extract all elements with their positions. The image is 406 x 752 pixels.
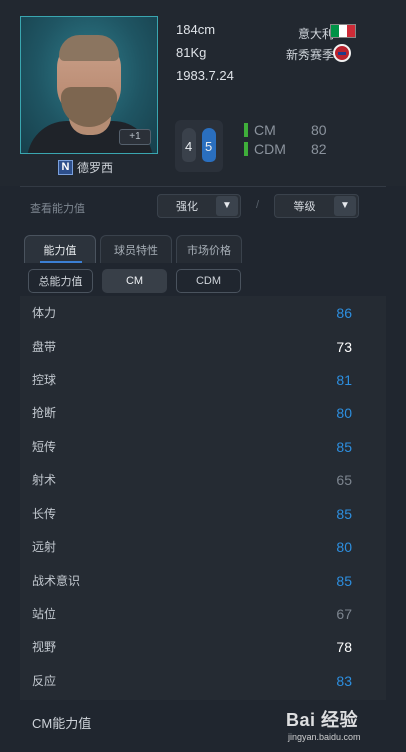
stat-row: 短传 85 — [20, 430, 386, 463]
level-dropdown[interactable]: 等级 ▼ — [274, 194, 359, 218]
stat-name: 抢断 — [32, 406, 57, 420]
watermark-logo-text: Bai 经验 — [286, 710, 359, 730]
tab-traits[interactable]: 球员特性 — [100, 235, 172, 263]
separator: / — [256, 199, 260, 211]
stat-value: 83 — [336, 672, 352, 689]
position-rating: 82 — [311, 141, 327, 157]
player-weight: 81Kg — [176, 45, 207, 60]
stat-row: 射术 65 — [20, 463, 386, 496]
stat-value: 85 — [336, 572, 352, 589]
player-name: 德罗西 — [77, 160, 114, 175]
subtab-bar: 总能力值 CM CDM — [28, 269, 241, 293]
stat-value: 86 — [336, 304, 352, 321]
stat-name: 站位 — [32, 607, 57, 621]
stat-value: 67 — [336, 605, 352, 622]
subtab-overall[interactable]: 总能力值 — [28, 269, 93, 293]
watermark-url: jingyan.baidu.com — [288, 732, 361, 742]
stat-row: 远射 80 — [20, 530, 386, 563]
stat-name: 反应 — [32, 674, 57, 688]
position-bar — [244, 142, 248, 156]
subtab-cdm[interactable]: CDM — [176, 269, 241, 293]
tab-ability[interactable]: 能力值 — [24, 235, 96, 263]
tab-bar: 能力值 球员特性 市场价格 — [24, 235, 242, 263]
stat-name: 短传 — [32, 440, 57, 454]
stat-row: 反应 83 — [20, 664, 386, 697]
stat-row: 战术意识 85 — [20, 564, 386, 597]
stats-panel: 体力 86 盘带 73 控球 81 抢断 80 短传 85 射术 65 长传 8… — [20, 296, 386, 700]
stat-value: 65 — [336, 471, 352, 488]
active-tab-indicator — [40, 261, 82, 263]
stat-name: 远射 — [32, 540, 57, 554]
stat-row: 盘带 73 — [20, 330, 386, 363]
stat-value: 80 — [336, 538, 352, 555]
subtab-cm[interactable]: CM — [102, 269, 167, 293]
stat-row: 抢断 80 — [20, 396, 386, 429]
stat-row: 视野 78 — [20, 630, 386, 663]
position-name: CDM — [254, 141, 286, 157]
divider — [20, 186, 386, 187]
season-label: 新秀赛季 — [285, 48, 334, 62]
stat-name: 战术意识 — [32, 574, 81, 588]
season-badge: N — [58, 159, 73, 175]
position-rating: 80 — [311, 122, 327, 138]
stat-value: 73 — [336, 338, 352, 355]
stat-name: 盘带 — [32, 340, 57, 354]
position-row-cdm: CDM 82 — [244, 140, 327, 158]
section-title: CM能力值 — [32, 716, 92, 731]
stat-name: 射术 — [32, 473, 57, 487]
enhance-dropdown[interactable]: 强化 ▼ — [157, 194, 241, 218]
triangle-down-icon: ▼ — [334, 196, 356, 216]
level-dropdown-label: 等级 — [293, 201, 316, 213]
stat-value: 85 — [336, 505, 352, 522]
preferred-foot-panel: 4 5 — [175, 120, 223, 172]
upgrade-badge[interactable]: +1 — [119, 129, 151, 145]
stat-value: 85 — [336, 438, 352, 455]
position-bar — [244, 123, 248, 137]
view-stats-label: 查看能力值 — [30, 203, 85, 215]
player-photo: +1 — [20, 16, 158, 154]
position-name: CM — [254, 122, 276, 138]
nationality-label: 意大利 — [297, 27, 334, 41]
stat-value: 81 — [336, 371, 352, 388]
baidu-watermark: Bai 经验 jingyan.baidu.com — [286, 702, 402, 750]
stat-row: 体力 86 — [20, 296, 386, 329]
stat-row: 长传 85 — [20, 497, 386, 530]
stat-name: 长传 — [32, 507, 57, 521]
player-birthdate: 1983.7.24 — [176, 68, 234, 83]
enhance-dropdown-label: 强化 — [176, 201, 198, 213]
stat-name: 体力 — [32, 306, 57, 320]
stat-value: 80 — [336, 404, 352, 421]
triangle-down-icon: ▼ — [216, 196, 238, 216]
stat-row: 站位 67 — [20, 597, 386, 630]
player-height: 184cm — [176, 22, 216, 37]
stat-row: 控球 81 — [20, 363, 386, 396]
stat-value: 78 — [336, 638, 352, 655]
stat-name: 控球 — [32, 373, 57, 387]
player-name-row: N 德罗西 — [58, 159, 113, 175]
italy-flag-icon — [330, 24, 356, 38]
left-foot-rating: 4 — [185, 139, 193, 154]
hair-shape — [59, 35, 119, 61]
club-logo-icon — [333, 44, 351, 62]
stat-name: 视野 — [32, 640, 57, 654]
tab-market-price[interactable]: 市场价格 — [176, 235, 242, 263]
position-row-cm: CM 80 — [244, 121, 327, 139]
right-foot-rating: 5 — [205, 139, 213, 154]
